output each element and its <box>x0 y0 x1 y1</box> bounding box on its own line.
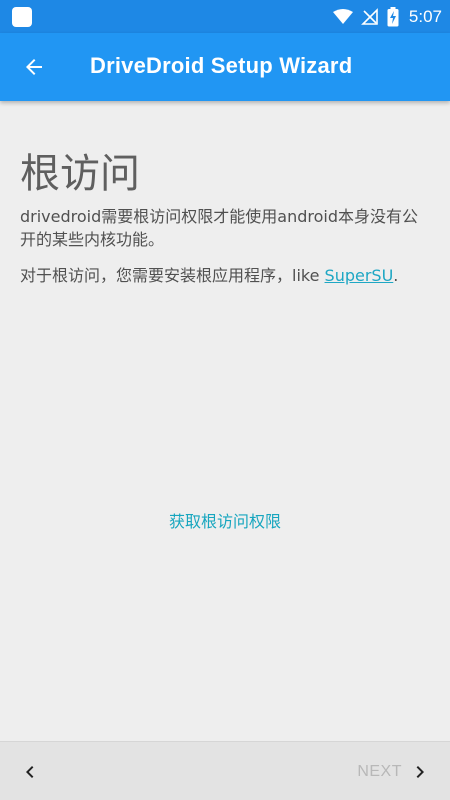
get-root-access-button[interactable]: 获取根访问权限 <box>0 508 450 532</box>
no-signal-icon <box>360 7 379 26</box>
status-icons: 5:07 <box>332 0 442 33</box>
content-area: 根访问 drivedroid需要根访问权限才能使用android本身没有公开的某… <box>0 101 450 741</box>
note-suffix: . <box>393 266 399 285</box>
app-bar: DriveDroid Setup Wizard <box>0 33 450 101</box>
chevron-right-icon <box>416 766 424 778</box>
notification-icon <box>12 7 32 27</box>
status-time: 5:07 <box>408 6 442 26</box>
note-prefix: 对于根访问，您需要安装根应用程序，like <box>20 266 325 285</box>
description-text: drivedroid需要根访问权限才能使用android本身没有公开的某些内核功… <box>20 207 418 249</box>
supersu-link[interactable]: SuperSU <box>325 266 394 285</box>
requirement-note: 对于根访问，您需要安装根应用程序，like SuperSU. <box>20 264 430 287</box>
page-heading: 根访问 <box>20 151 140 197</box>
bottom-navigation-bar: NEXT <box>0 741 450 800</box>
next-label: NEXT <box>357 763 402 780</box>
app-title: DriveDroid Setup Wizard <box>90 53 353 78</box>
previous-button[interactable] <box>14 756 46 788</box>
battery-charging-icon <box>387 6 399 27</box>
back-button[interactable] <box>18 51 50 83</box>
status-bar: 5:07 <box>0 0 450 33</box>
wifi-icon <box>332 8 353 25</box>
next-button[interactable]: NEXT <box>357 756 432 788</box>
arrow-left-icon <box>26 59 42 75</box>
chevron-left-icon <box>26 766 34 778</box>
